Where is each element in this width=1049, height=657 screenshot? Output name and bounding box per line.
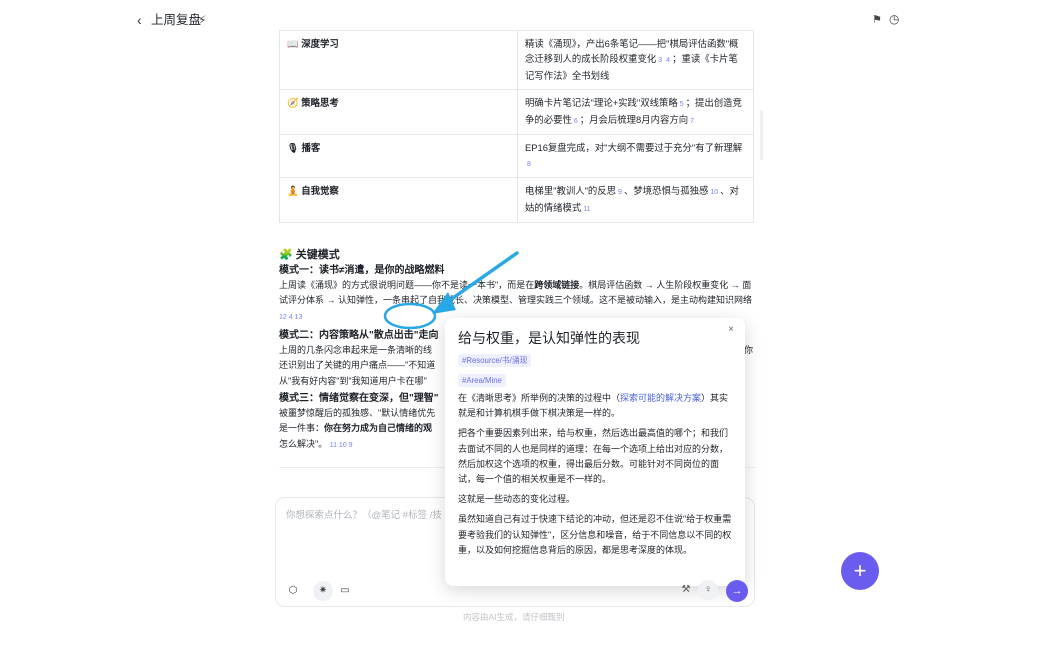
send-arrow-icon[interactable]: → [726, 580, 748, 602]
popup-paragraph: 把各个重要因素列出来，给与权重，然后选出最高值的哪个；和我们去面试不同的人也是同… [458, 428, 729, 485]
citation-badge[interactable]: 3 [658, 57, 662, 64]
text-span: 是一件事： [279, 423, 325, 434]
row-label: 深度学习 [301, 38, 339, 49]
pattern-2-line: 从"我有好内容"到"我知道用户卡在哪" [279, 375, 427, 386]
chat-bubble-icon[interactable]: ▭ [335, 581, 355, 601]
spark-refresh-icon[interactable]: ✷ [313, 581, 333, 601]
text-span: 在《清晰思考》所举例的决策的过程中（ [458, 393, 621, 403]
bold-span: 跨领域链接 [534, 280, 580, 291]
pattern-2-line: 上周的几条闪念串起来是一条清晰的线 [279, 345, 433, 356]
section-title: 🧩 关键模式 [279, 246, 340, 262]
puzzle-icon: 🧩 [279, 249, 293, 261]
row-icon: 🧘 [287, 185, 299, 196]
flag-icon[interactable]: ⚑ [872, 13, 882, 26]
text-span: 上周读《涌现》的方式很说明问题——你不是 [279, 280, 460, 291]
plus-icon[interactable]: + [841, 552, 879, 590]
lightbulb-icon[interactable]: ♀ [698, 580, 718, 600]
citation-group[interactable]: 11 10 9 [330, 442, 353, 449]
summary-table: 📖 深度学习 精读《涌现》，产出6条笔记——把"棋局评估函数"概念迁移到人的成长… [279, 30, 754, 223]
citation-badge[interactable]: 4 [666, 57, 670, 64]
row-content: 电梯里"教训人"的反思 [525, 185, 617, 196]
history-icon[interactable]: ◷ [889, 12, 899, 26]
tag-chip[interactable]: #Resource/书/涌现 [458, 354, 532, 367]
pattern-2-line: 还识别出了关键的用户痛点——"不知道 [279, 360, 436, 371]
scrollbar[interactable] [760, 110, 763, 160]
cube-icon[interactable]: ⬡ [283, 581, 303, 601]
popup-paragraph: 这就是一些动态的变化过程。 [458, 494, 576, 505]
citation-badge[interactable]: 11 [583, 206, 590, 213]
row-icon: 🎙 [287, 142, 299, 153]
close-icon[interactable]: × [728, 324, 734, 335]
pattern-1-title: 模式一：读书≠消遣，是你的战略燃料 [279, 265, 445, 276]
citation-group[interactable]: 12 4 13 [279, 314, 302, 321]
document-body: 📖 深度学习 精读《涌现》，产出6条笔记——把"棋局评估函数"概念迁移到人的成长… [279, 30, 755, 223]
row-content: 明确卡片笔记法"理论+实践"双线策略 [525, 97, 678, 108]
popup-title: 给与权重，是认知弹性的表现 [458, 330, 640, 346]
table-row: 📖 深度学习 精读《涌现》，产出6条笔记——把"棋局评估函数"概念迁移到人的成长… [279, 30, 754, 90]
chat-input[interactable]: 你想探索点什么？（@笔记 #标签 /技 [286, 507, 442, 521]
section-title-text: 关键模式 [295, 249, 340, 261]
row-label: 自我觉察 [301, 185, 339, 196]
table-row: 🎙 播客 EP16复盘完成，对"大纲不需要过于充分"有了新理解 8 [279, 134, 754, 178]
text-span: 串起了自我成长、决策模型、管理实践三个领域。这不是被动输入，是主动构建知识网络 [401, 295, 753, 306]
magic-wand-icon[interactable]: ⚡︎ [198, 12, 206, 28]
chevron-left-icon[interactable]: ‹ [137, 12, 151, 28]
row-content: EP16复盘完成，对"大纲不需要过于充分"有了新理解 [525, 142, 743, 153]
row-icon: 🧭 [287, 97, 299, 108]
table-row: 🧭 策略思考 明确卡片笔记法"理论+实践"双线策略 5 ；提出创造竞争的必要性 6 ；月… [279, 89, 754, 135]
pattern-3: 模式三：情绪觉察在变深，但"理智" 被噩梦惊醒后的孤独感、"默认情绪优先 是一件… [279, 391, 444, 453]
text-span: 怎么解决"。 [279, 438, 328, 449]
citation-badge[interactable]: 9 [618, 189, 622, 196]
citation-badge[interactable]: 7 [690, 118, 694, 125]
popup-body: 在《清晰思考》所举例的决策的过程中（探索可能的解决方案）其实就是和计算机棋手做下… [458, 391, 734, 563]
pattern-3-line: 是一件事：你在努力成为自己情绪的观 [279, 421, 444, 436]
table-row: 🧘 自我觉察 电梯里"教训人"的反思 9 、梦境恐惧与孤独感 10 、对姑的情绪模式 11 [279, 177, 754, 223]
tools-icon[interactable]: ⚒ [676, 580, 696, 600]
text-span: 读一本书"，而是在 [459, 280, 535, 291]
pattern-2: 模式二：内容策略从"散点出击"走向 上周的几条闪念串起来是一条清晰的线 还识别出… [279, 328, 444, 389]
pattern-3-title: 模式三：情绪觉察在变深，但"理智" [279, 393, 439, 404]
row-icon: 📖 [287, 38, 299, 49]
citation-badge[interactable]: 8 [527, 161, 531, 168]
page-title: 上周复盘 [151, 13, 202, 27]
row-label: 播客 [301, 142, 321, 153]
citation-badge[interactable]: 10 [710, 189, 718, 196]
tag-chip[interactable]: #Area/Mine [458, 374, 506, 387]
popup-paragraph: 虽然知道自己有过于快速下结论的冲动，但还是忍不住说"给于权重需要考验我们的认知弹… [458, 514, 732, 555]
popup-paragraph: 在《清晰思考》所举例的决策的过程中（探索可能的解决方案）其实就是和计算机棋手做下… [458, 391, 734, 421]
row-content: ；月会后梳理8月内容方向 [579, 114, 689, 125]
cut-text: 你 [744, 345, 754, 355]
bold-span: 你在努力成为自己情绪的观 [324, 423, 433, 434]
pattern-3-line: 被噩梦惊醒后的孤独感、"默认情绪优先 [279, 408, 436, 419]
note-popup: × 给与权重，是认知弹性的表现 #Resource/书/涌现 #Area/Min… [445, 318, 745, 600]
note-link[interactable]: 探索可能的解决方案 [620, 393, 701, 403]
ai-disclaimer: 内容由AI生成，请仔细甄别 [463, 612, 565, 622]
citation-badge[interactable]: 6 [574, 118, 578, 125]
citation-badge[interactable]: 5 [680, 101, 684, 108]
row-content: 、梦境恐惧与孤独感 [623, 185, 709, 196]
pattern-2-title: 模式二：内容策略从"散点出击"走向 [279, 330, 439, 341]
row-label: 策略思考 [301, 97, 339, 108]
pattern-3-line: 怎么解决"。 11 10 9 [279, 437, 444, 453]
pattern-1: 模式一：读书≠消遣，是你的战略燃料 上周读《涌现》的方式很说明问题——你不是读一… [279, 263, 757, 325]
